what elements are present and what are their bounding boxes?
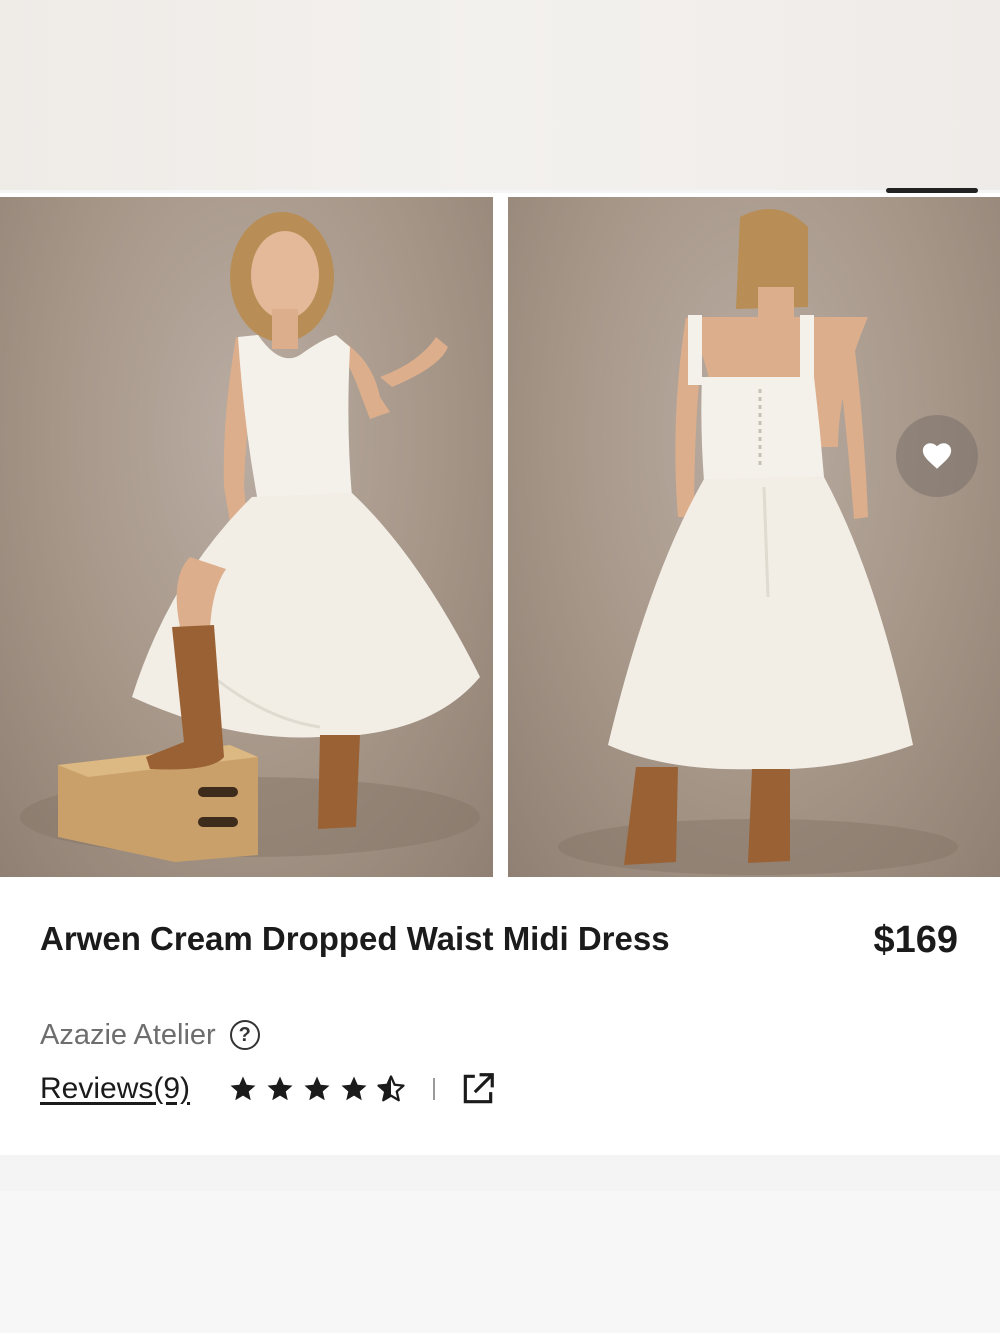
product-price: $169 <box>873 919 958 961</box>
reviews-row: Reviews(9) <box>40 1067 497 1111</box>
product-image-front[interactable] <box>0 197 493 877</box>
star-icon <box>230 1076 256 1101</box>
model-front-view-image <box>20 212 480 862</box>
star-half-icon <box>377 1075 405 1102</box>
next-section-card <box>0 1191 1000 1333</box>
star-icon <box>341 1076 367 1101</box>
star-rating <box>228 1074 413 1104</box>
product-title: Arwen Cream Dropped Waist Midi Dress <box>40 920 670 957</box>
product-page: Arwen Cream Dropped Waist Midi Dress $16… <box>0 0 1000 1333</box>
wishlist-button[interactable] <box>896 415 978 497</box>
external-link-icon[interactable] <box>459 1070 497 1108</box>
product-image-back[interactable] <box>508 197 1000 877</box>
top-banner <box>0 0 1000 190</box>
divider <box>433 1078 436 1100</box>
brand-name[interactable]: Azazie Atelier <box>40 1019 216 1052</box>
star-icon <box>304 1076 330 1101</box>
bottom-area <box>0 1155 1000 1333</box>
brand-row: Azazie Atelier ? <box>40 1015 260 1055</box>
model-back-view-image <box>558 209 958 875</box>
heart-icon <box>922 443 952 469</box>
reviews-link[interactable]: Reviews(9) <box>40 1072 190 1106</box>
star-icon <box>267 1076 293 1101</box>
question-circle-icon[interactable]: ? <box>229 1020 260 1050</box>
product-gallery[interactable] <box>0 193 1000 877</box>
product-info: Arwen Cream Dropped Waist Midi Dress $16… <box>0 877 1000 1155</box>
